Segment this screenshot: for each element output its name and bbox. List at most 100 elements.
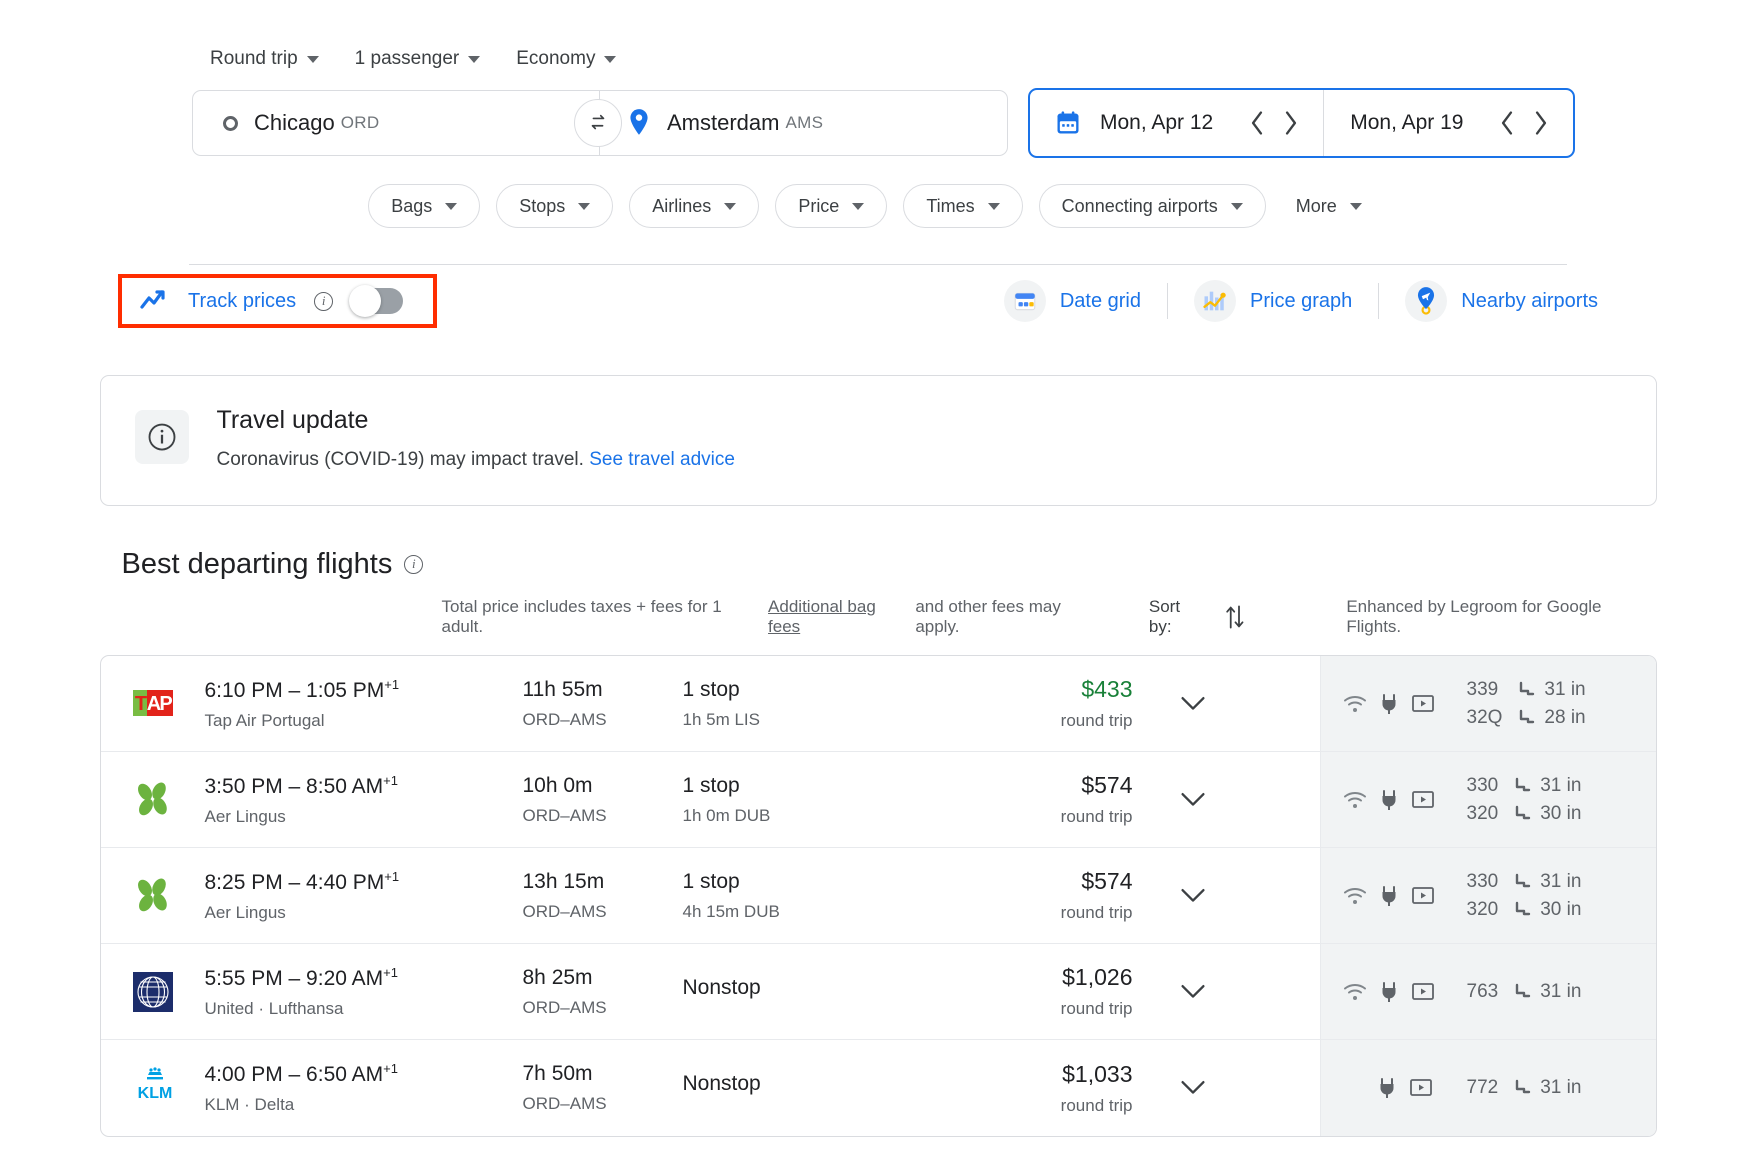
flight-stops-column: 1 stop 4h 15m DUB — [683, 870, 933, 922]
expand-flight-details-button[interactable] — [1133, 983, 1253, 1001]
flight-price: $574 — [1081, 772, 1133, 798]
aircraft-code: 772 — [1466, 1077, 1499, 1098]
expand-flight-details-button[interactable] — [1133, 1079, 1253, 1097]
return-date-cell[interactable]: Mon, Apr 19 — [1323, 90, 1573, 156]
price-graph-icon — [1194, 280, 1236, 322]
previous-return-date-icon[interactable] — [1497, 110, 1517, 136]
chevron-down-icon — [445, 202, 458, 210]
table-row[interactable]: 8:25 PM – 4:40 PM+1 Aer Lingus 13h 15m O… — [100, 848, 1656, 944]
destination-code: AMS — [785, 113, 824, 132]
flight-route: ORD–AMS — [522, 1094, 607, 1113]
passengers-dropdown[interactable]: 1 passenger — [355, 48, 481, 70]
flight-time-column: 6:10 PM – 1:05 PM+1 Tap Air Portugal — [205, 677, 523, 731]
amenities-panel: 772 31 in — [1319, 1040, 1656, 1136]
aircraft-codes: 772 — [1467, 1077, 1499, 1099]
filter-chip-bags[interactable]: Bags — [368, 184, 481, 228]
flight-duration: 8h 25m — [522, 965, 593, 989]
legroom-icon — [1516, 983, 1531, 997]
trip-type-label: Round trip — [210, 48, 298, 69]
amenities-panel: 763 31 in — [1319, 944, 1656, 1039]
trip-type-dropdown[interactable]: Round trip — [210, 48, 319, 70]
table-row[interactable]: KLM 4:00 PM – 6:50 AM+1 KLM · Delta 7h 5… — [101, 1040, 1656, 1136]
cabin-class-dropdown[interactable]: Economy — [516, 48, 617, 70]
date-grid-button[interactable]: Date grid — [978, 280, 1167, 322]
chevron-down-icon — [1230, 202, 1243, 210]
next-day-indicator: +1 — [383, 964, 398, 980]
tap-air-portugal-logo: T A P — [131, 684, 205, 724]
flight-stops-column: Nonstop — [683, 976, 933, 1008]
expand-flight-details-button[interactable] — [1133, 791, 1253, 809]
price-graph-button[interactable]: Price graph — [1168, 280, 1378, 322]
sort-icon[interactable] — [1225, 604, 1245, 630]
aircraft-codes: 330 320 — [1467, 871, 1499, 921]
aircraft-code: 32Q — [1466, 706, 1503, 728]
video-icon — [1411, 886, 1434, 904]
filter-chip-connecting-airports[interactable]: Connecting airports — [1038, 184, 1266, 228]
date-range-field: Mon, Apr 12 Mon, Apr 19 — [1028, 88, 1576, 158]
next-return-date-icon[interactable] — [1531, 110, 1551, 136]
previous-date-icon[interactable] — [1247, 110, 1267, 136]
filter-chip-price[interactable]: Price — [775, 184, 888, 228]
results-meta-row: Total price includes taxes + fees for 1 … — [122, 597, 1657, 637]
next-date-icon[interactable] — [1281, 110, 1301, 136]
see-travel-advice-link[interactable]: See travel advice — [589, 449, 735, 470]
legroom-icon — [1516, 805, 1531, 819]
flight-price-note: round trip — [1060, 999, 1133, 1018]
legroom-column: 31 in 28 in — [1518, 679, 1586, 729]
info-icon[interactable]: i — [314, 291, 334, 311]
filter-chip-stops[interactable]: Stops — [496, 184, 614, 228]
origin-input[interactable]: Chicago ORD — [192, 90, 600, 156]
flight-duration: 7h 50m — [522, 1062, 593, 1085]
chevron-down-icon — [1180, 696, 1205, 710]
table-row[interactable]: 5:55 PM – 9:20 AM+1 United · Lufthansa 8… — [100, 944, 1656, 1040]
legroom-column: 31 in 30 in — [1514, 871, 1581, 921]
filter-chip-label: Airlines — [652, 195, 712, 216]
return-date: Mon, Apr 19 — [1350, 111, 1464, 134]
additional-bag-fees-link[interactable]: Additional bag fees — [768, 597, 911, 637]
nearby-airports-button[interactable]: Nearby airports — [1379, 280, 1624, 322]
aircraft-code: 339 — [1466, 678, 1499, 700]
chevron-down-icon — [1180, 792, 1205, 806]
enhanced-by-label: Enhanced by Legroom for Google Flights. — [1346, 597, 1602, 636]
table-row[interactable]: 3:50 PM – 8:50 AM+1 Aer Lingus 10h 0m OR… — [100, 752, 1656, 848]
chevron-down-icon — [1180, 984, 1205, 998]
flight-stop-detail: 4h 15m DUB — [682, 901, 780, 921]
flight-price-column: $574 round trip — [933, 772, 1133, 827]
wifi-placeholder — [1343, 1077, 1365, 1099]
swap-airports-button[interactable] — [574, 99, 622, 147]
chevron-down-icon — [987, 202, 1000, 210]
aircraft-code: 320 — [1466, 802, 1499, 824]
track-prices-label[interactable]: Track prices — [188, 290, 296, 313]
expand-flight-details-button[interactable] — [1133, 887, 1253, 905]
united-logo — [131, 970, 205, 1014]
next-day-indicator: +1 — [383, 1061, 398, 1076]
flight-price-column: $1,033 round trip — [933, 1061, 1133, 1116]
flight-time-column: 5:55 PM – 9:20 AM+1 United · Lufthansa — [205, 965, 523, 1019]
flight-airline: Aer Lingus — [204, 902, 286, 922]
next-day-indicator: +1 — [384, 868, 400, 884]
info-icon[interactable]: i — [404, 555, 424, 574]
legroom-value: 30 in — [1540, 898, 1582, 920]
table-row[interactable]: T A P 6:10 PM – 1:05 PM+1 Tap Air Portug… — [100, 656, 1656, 752]
video-icon — [1409, 1079, 1432, 1096]
filter-chip-more[interactable]: More — [1282, 196, 1366, 217]
track-prices-toggle[interactable] — [349, 285, 404, 317]
filter-chip-airlines[interactable]: Airlines — [629, 184, 760, 228]
flight-route: ORD–AMS — [522, 901, 607, 921]
flight-stops: Nonstop — [682, 975, 761, 999]
google-flights-page: Round trip 1 passenger Economy Chicago O… — [0, 0, 1756, 1150]
departure-date-cell[interactable]: Mon, Apr 12 — [1030, 90, 1323, 156]
filter-chip-times[interactable]: Times — [903, 184, 1023, 228]
expand-flight-details-button[interactable] — [1133, 695, 1253, 713]
aircraft-code: 320 — [1466, 898, 1499, 920]
destination-input[interactable]: Amsterdam AMS — [600, 90, 1008, 156]
video-icon — [1411, 790, 1434, 808]
filter-chip-label: Times — [926, 195, 975, 216]
legroom-icon — [1520, 681, 1535, 695]
track-prices-highlight-box: Track prices i — [118, 274, 438, 328]
swap-icon — [591, 114, 605, 130]
next-day-indicator: +1 — [384, 676, 400, 692]
flight-duration-column: 8h 25m ORD–AMS — [523, 966, 683, 1018]
flight-results-list: T A P 6:10 PM – 1:05 PM+1 Tap Air Portug… — [99, 655, 1657, 1137]
filter-chip-label: Connecting airports — [1061, 195, 1218, 216]
